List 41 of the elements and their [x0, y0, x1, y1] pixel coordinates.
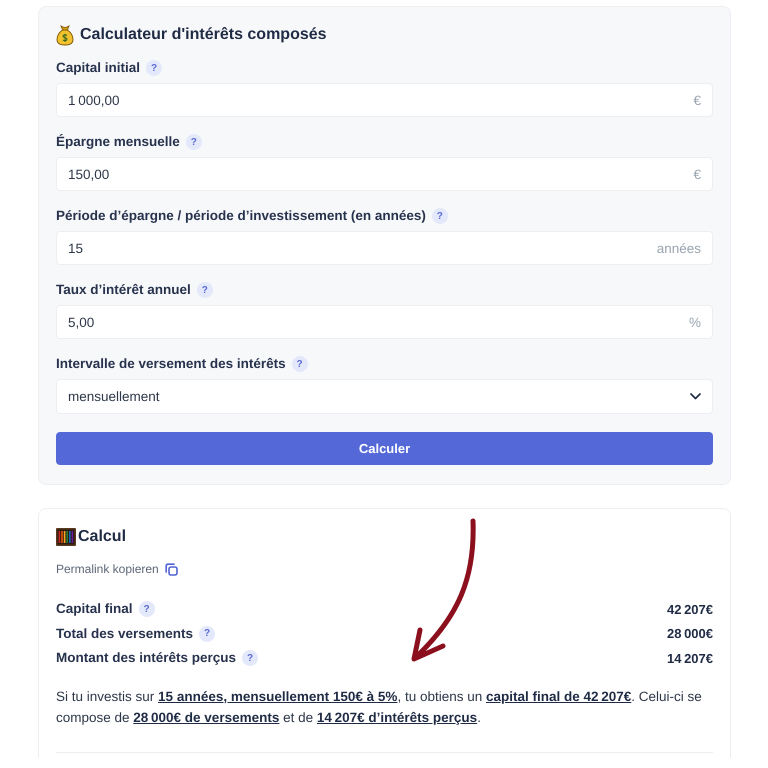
- result-label: Montant des intérêts perçus: [56, 649, 236, 668]
- summary-paragraph: Si tu investis sur 15 années, mensuellement 150€ à 5%, tu obtiens un capital final de 42 207€. Celui-ci se compose de 28 000€ de versements et de 14 207€ d’intérêts perçus.: [56, 688, 703, 727]
- field-label: Épargne mensuelle: [56, 133, 180, 151]
- unit-suffix: €: [693, 92, 701, 108]
- help-badge[interactable]: ?: [432, 208, 448, 224]
- summary-link[interactable]: 15 années, mensuellement 150€ à 5%: [158, 688, 398, 704]
- result-value: 14 207€: [667, 650, 713, 666]
- input-field[interactable]: 150,00 €: [56, 157, 713, 191]
- permalink-button[interactable]: Permalink kopieren: [56, 561, 178, 577]
- unit-suffix: €: [693, 166, 701, 182]
- help-badge[interactable]: ?: [199, 626, 216, 642]
- card-title: Calculateur d'intérêts composés: [80, 25, 327, 45]
- copy-icon: [164, 562, 178, 576]
- help-badge[interactable]: ?: [292, 356, 308, 372]
- result-value: 28 000€: [667, 626, 713, 642]
- result-value: 42 207€: [667, 602, 713, 617]
- input-field[interactable]: 1 000,00 €: [56, 83, 713, 117]
- summary-link[interactable]: 28 000€ de versements: [133, 710, 280, 724]
- field-label: Intervalle de versement des intérêts: [56, 355, 286, 373]
- input-field[interactable]: 15 années: [56, 231, 713, 265]
- help-badge[interactable]: ?: [196, 282, 213, 298]
- field-label: Taux d’intérêt annuel: [56, 281, 191, 299]
- chevron-down-icon: [690, 393, 701, 400]
- result-label: Capital final: [56, 600, 133, 618]
- result-label: Total des versements: [56, 624, 194, 643]
- help-badge[interactable]: ?: [242, 650, 258, 666]
- money-bag-icon: [56, 24, 74, 46]
- field-label: Capital initial: [56, 59, 140, 77]
- calculate-button[interactable]: Calculer: [56, 432, 713, 465]
- card-title: Calcul: [78, 527, 126, 547]
- field-label: Période d’épargne / période d’investissement (en années): [56, 207, 426, 225]
- abacus-icon: [56, 528, 76, 546]
- dropdown-select[interactable]: mensuellement: [56, 379, 713, 414]
- help-badge[interactable]: ?: [186, 134, 202, 150]
- unit-suffix: %: [688, 314, 701, 330]
- input-field[interactable]: 5,00 %: [56, 305, 713, 339]
- help-badge[interactable]: ?: [138, 601, 155, 618]
- unit-suffix: années: [656, 240, 701, 256]
- summary-link[interactable]: capital final de 42 207€: [486, 688, 632, 704]
- summary-link[interactable]: 14 207€ d’intérêts perçus: [316, 710, 478, 724]
- help-badge[interactable]: ?: [146, 60, 162, 76]
